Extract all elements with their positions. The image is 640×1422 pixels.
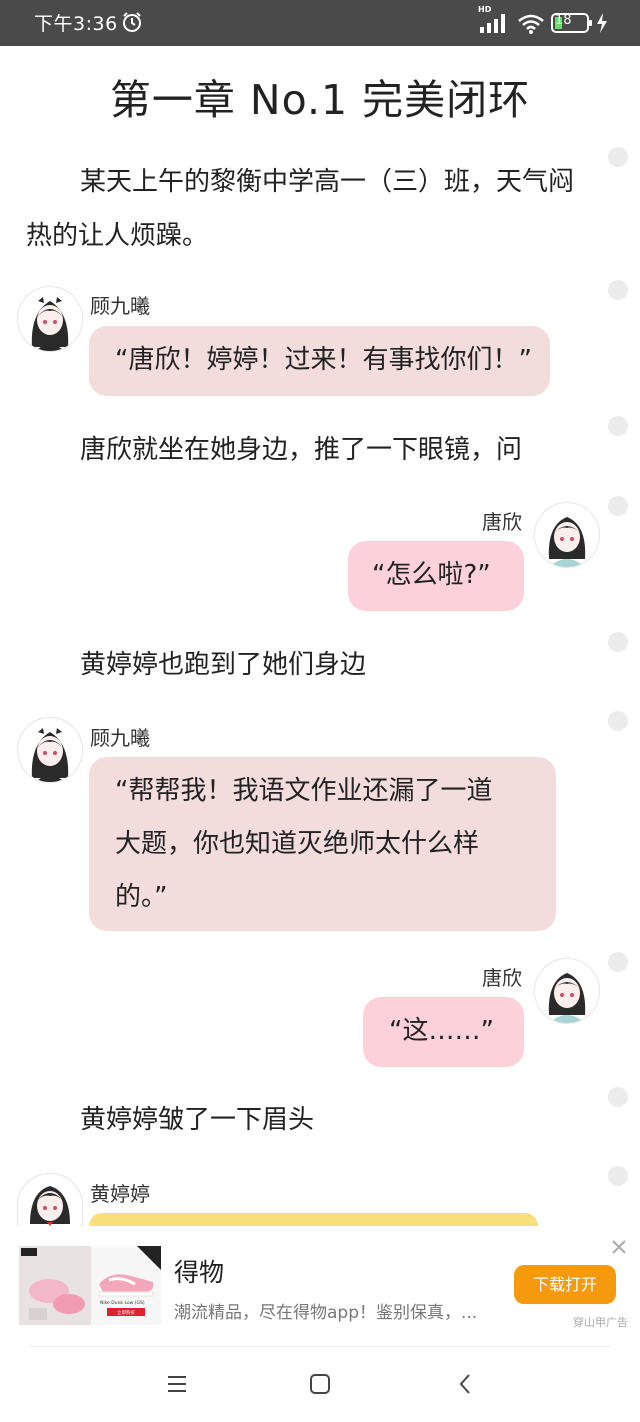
alarm-clock-icon <box>121 11 143 37</box>
ad-buy-label: 立即购买 <box>117 1309 135 1316</box>
paragraph-comment-dot[interactable] <box>608 1087 628 1107</box>
ad-image-photo[interactable] <box>19 1246 91 1325</box>
narration-line: 黄婷婷也跑到了她们身边 <box>80 650 367 680</box>
paragraph-comment-dot[interactable] <box>608 280 628 300</box>
speaker-name: 黄婷婷 <box>90 1182 150 1206</box>
avatar[interactable] <box>17 286 83 352</box>
narration-line: 热的让人烦躁。 <box>26 221 209 251</box>
chat-bubble: “怎么啦?” <box>348 541 524 611</box>
status-bar: 下午3:36 HD 18 <box>0 0 640 46</box>
avatar[interactable] <box>534 958 600 1024</box>
chat-bubble <box>89 1213 538 1226</box>
ad-download-button[interactable]: 下载打开 <box>514 1265 616 1304</box>
narration-line: 黄婷婷皱了一下眉头 <box>80 1105 315 1135</box>
status-time: 下午3:36 <box>34 13 118 35</box>
narration-paragraph: 唐欣就坐在她身边，推了一下眼镜，问 <box>26 423 596 477</box>
paragraph-comment-dot[interactable] <box>608 952 628 972</box>
paragraph-comment-dot[interactable] <box>608 1166 628 1186</box>
paragraph-comment-dot[interactable] <box>608 711 628 731</box>
chat-text: 的。” <box>115 882 168 912</box>
chat-text: 大题，你也知道灭绝师太什么样 <box>115 829 480 859</box>
paragraph-comment-dot[interactable] <box>608 632 628 652</box>
back-icon[interactable] <box>452 1370 480 1398</box>
avatar[interactable] <box>17 717 83 783</box>
wifi-icon <box>517 13 545 39</box>
divider <box>30 1346 610 1347</box>
avatar[interactable] <box>17 1173 83 1227</box>
paragraph-comment-dot[interactable] <box>608 416 628 436</box>
ad-image-product[interactable]: Nike Dunk Low (GS) 立即购买 <box>91 1246 161 1325</box>
paragraph-comment-dot[interactable] <box>608 147 628 167</box>
chat-text: “怎么啦?” <box>372 560 491 590</box>
chat-bubble: “帮帮我！我语文作业还漏了一道 大题，你也知道灭绝师太什么样 的。” <box>89 757 556 931</box>
menu-icon[interactable] <box>163 1370 191 1398</box>
narration-paragraph: 黄婷婷皱了一下眉头 <box>26 1093 596 1147</box>
chat-bubble: “唐欣！婷婷！过来！有事找你们！” <box>89 326 550 396</box>
chapter-title: 第一章 No.1 完美闭环 <box>109 76 531 124</box>
chat-text: “帮帮我！我语文作业还漏了一道 <box>115 776 493 806</box>
narration-line: 某天上午的黎衡中学高一（三）班，天气闷 <box>80 167 575 197</box>
paragraph-comment-dot[interactable] <box>608 496 628 516</box>
avatar[interactable] <box>534 502 600 568</box>
narration-line: 唐欣就坐在她身边，推了一下眼镜，问 <box>80 435 523 465</box>
speaker-name: 唐欣 <box>482 966 522 990</box>
home-icon[interactable] <box>306 1370 334 1398</box>
narration-paragraph: 某天上午的黎衡中学高一（三）班，天气闷 热的让人烦躁。 <box>26 155 596 263</box>
chat-bubble: “这……” <box>363 997 524 1067</box>
lightning-icon <box>596 12 608 38</box>
ad-title[interactable]: 得物 <box>174 1253 224 1289</box>
ad-banner[interactable]: Nike Dunk Low (GS) 立即购买 得物 潮流精品，尽在得物app！… <box>0 1226 640 1346</box>
narration-paragraph: 黄婷婷也跑到了她们身边 <box>26 638 596 692</box>
ad-product-name: Nike Dunk Low (GS) <box>100 1300 145 1306</box>
speaker-name: 顾九曦 <box>90 726 150 750</box>
ad-source-tag: 穿山甲广告 <box>573 1316 628 1329</box>
speaker-name: 唐欣 <box>482 510 522 534</box>
signal-icon <box>478 13 510 37</box>
chat-text: “唐欣！婷婷！过来！有事找你们！” <box>115 345 532 375</box>
ad-description[interactable]: 潮流精品，尽在得物app！鉴别保真，... <box>174 1298 477 1323</box>
speaker-name: 顾九曦 <box>90 294 150 318</box>
close-icon[interactable] <box>609 1237 629 1257</box>
chat-text: “这……” <box>389 1016 494 1046</box>
battery-level: 18 <box>555 13 572 28</box>
